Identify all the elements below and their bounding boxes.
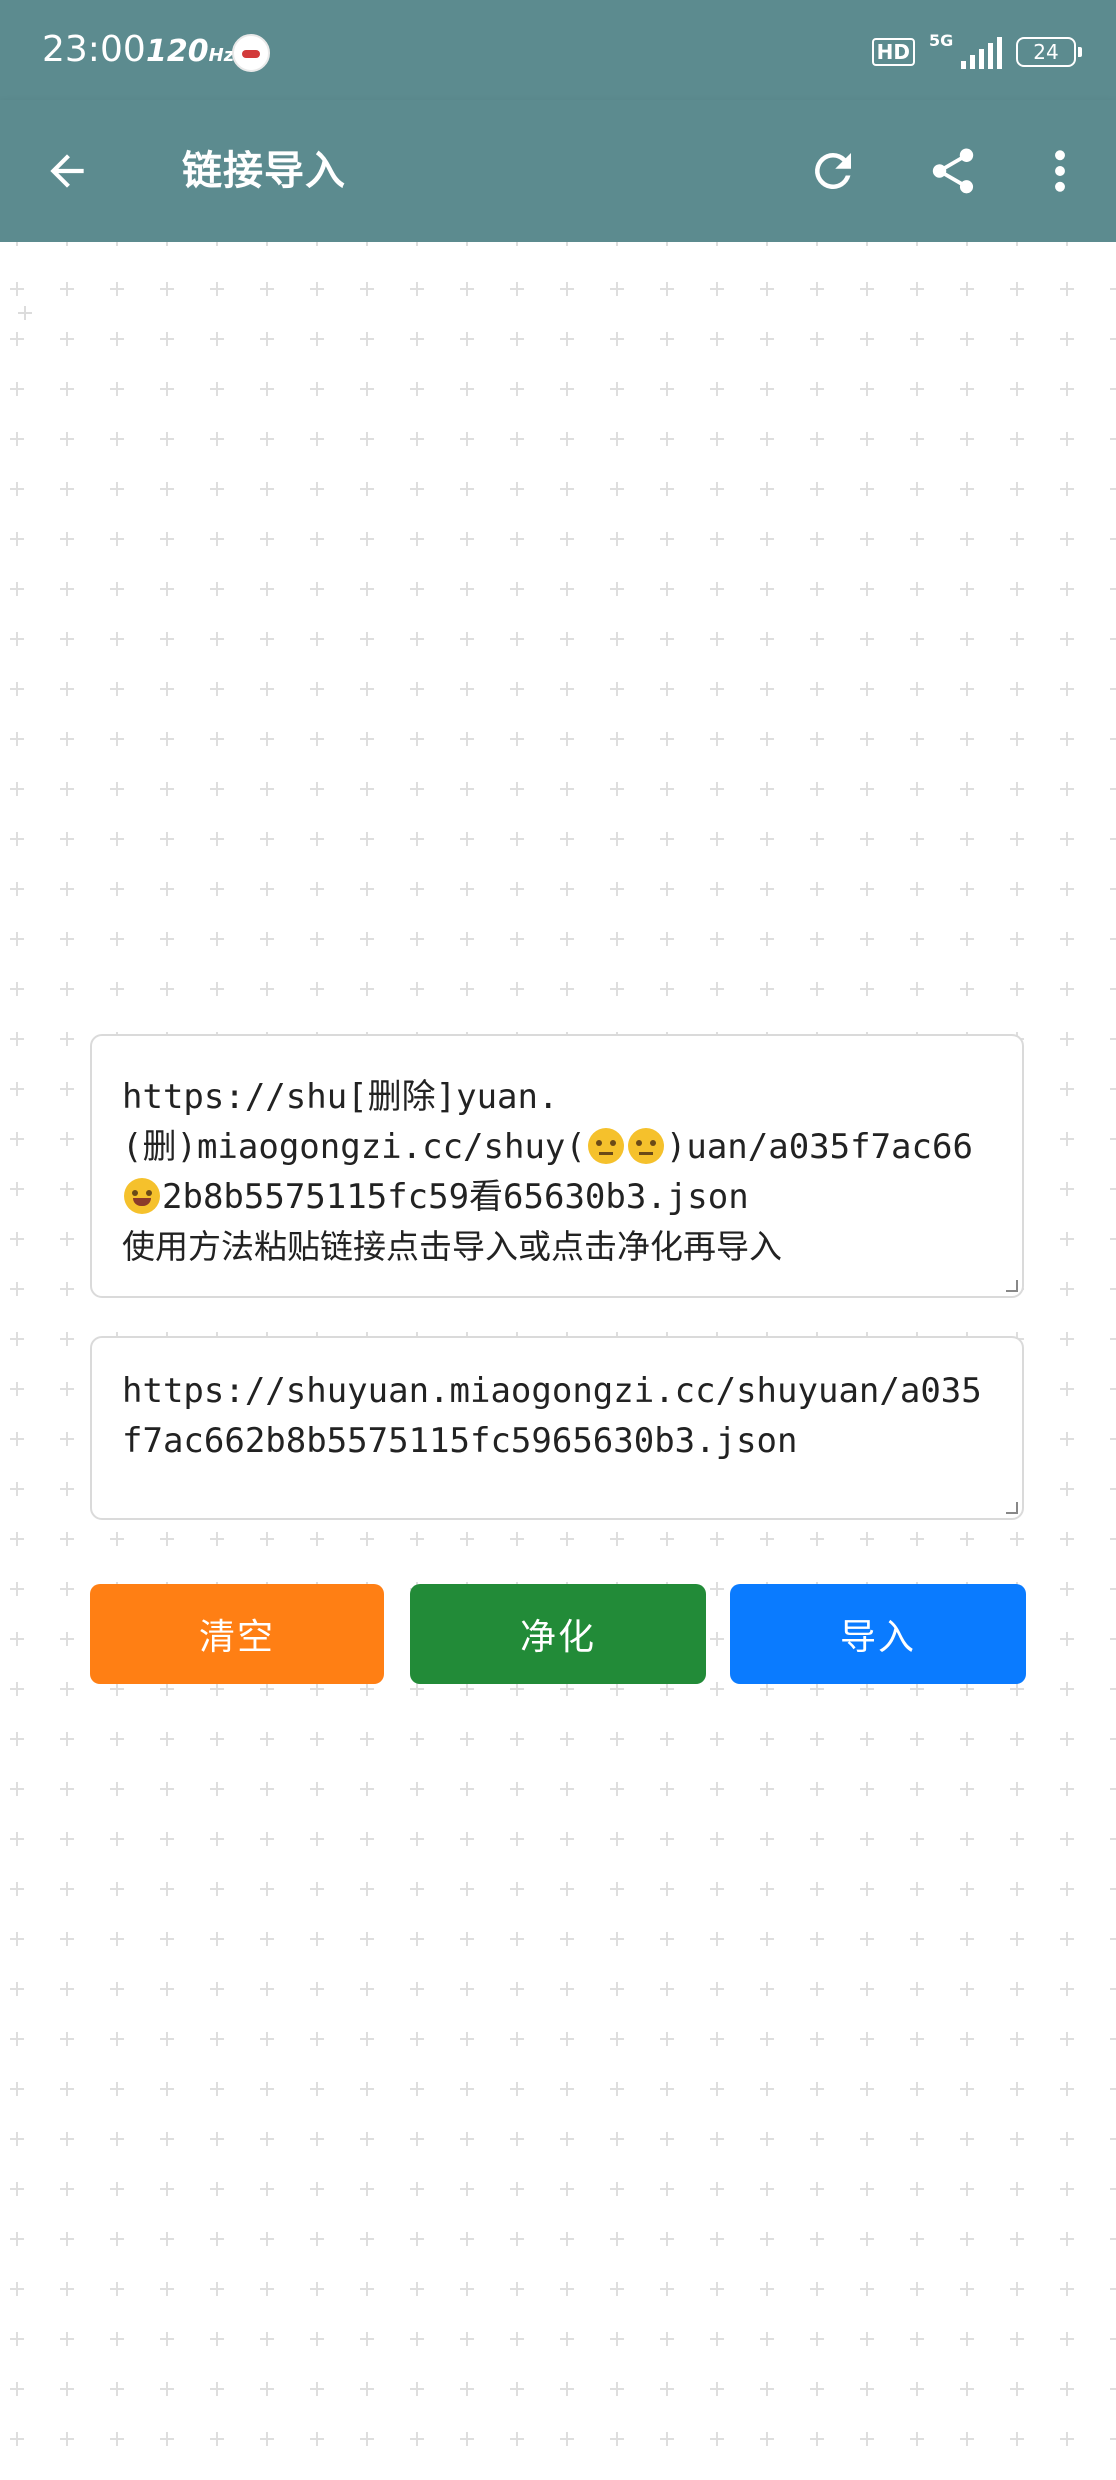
clear-button[interactable]: 清空: [90, 1584, 384, 1684]
notification-app-icon: [232, 34, 270, 72]
cleaned-link-input[interactable]: https://shuyuan.miaogongzi.cc/shuyuan/a0…: [90, 1336, 1024, 1520]
clean-button[interactable]: 净化: [410, 1584, 706, 1684]
network-type: 5G: [929, 31, 954, 50]
signal-icon: 5G: [929, 31, 1002, 69]
battery-icon: 24: [1016, 37, 1082, 67]
resize-handle-icon[interactable]: [1006, 1502, 1018, 1514]
import-button[interactable]: 导入: [730, 1584, 1026, 1684]
refresh-rate-indicator: 120Hz: [146, 34, 235, 69]
app-bar: 链接导入: [0, 100, 1116, 242]
refresh-icon[interactable]: [806, 144, 860, 198]
more-vert-icon[interactable]: [1040, 144, 1080, 198]
face-rolling-eyes-icon: [587, 1128, 624, 1164]
back-arrow-icon[interactable]: [42, 146, 92, 196]
source-link-input[interactable]: https://shu[删除]yuan. (删)miaogongzi.cc/sh…: [90, 1034, 1024, 1298]
hd-badge: HD: [871, 38, 915, 66]
resize-handle-icon[interactable]: [1006, 1280, 1018, 1292]
face-tears-of-joy-icon: [124, 1178, 160, 1214]
face-rolling-eyes-icon: [627, 1128, 664, 1164]
page-title: 链接导入: [182, 148, 346, 194]
cleaned-link-value: https://shuyuan.miaogongzi.cc/shuyuan/a0…: [122, 1371, 982, 1461]
battery-level: 24: [1033, 40, 1059, 64]
status-indicators: HD 5G 24: [871, 30, 1082, 74]
status-time: 23:00: [42, 29, 146, 70]
usage-hint-text: 使用方法粘贴链接点击导入或点击净化再导入: [122, 1227, 782, 1266]
status-bar: 23:00 120Hz HD 5G 24: [0, 0, 1116, 100]
share-icon[interactable]: [926, 144, 980, 198]
